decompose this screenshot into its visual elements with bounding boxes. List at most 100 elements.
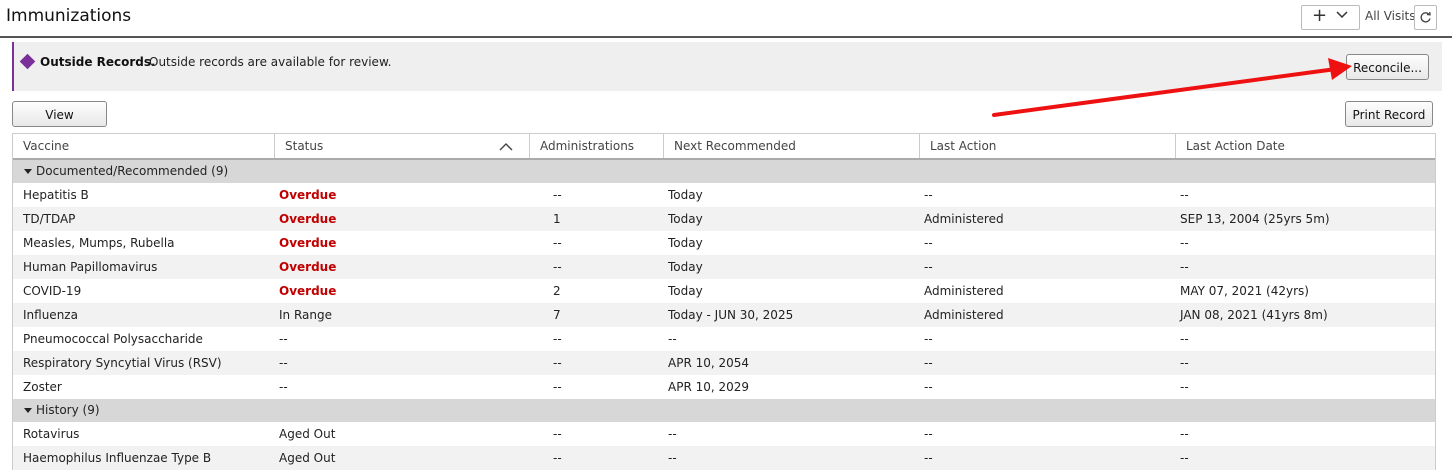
cell-last-action: -- bbox=[924, 380, 933, 394]
cell-status: -- bbox=[279, 380, 288, 394]
cell-vaccine: Respiratory Syncytial Virus (RSV) bbox=[23, 356, 222, 370]
cell-last-date: -- bbox=[1180, 427, 1189, 441]
cell-last-action: -- bbox=[924, 260, 933, 274]
table-body: Documented/Recommended (9) Hepatitis B Ove… bbox=[13, 160, 1435, 470]
cell-last-date: JAN 08, 2021 (41yrs 8m) bbox=[1180, 308, 1328, 322]
table-row[interactable]: Rotavirus Aged Out -- -- -- -- bbox=[13, 422, 1435, 446]
caret-down-icon bbox=[24, 408, 32, 413]
cell-next: Today bbox=[668, 236, 703, 250]
cell-admin: 7 bbox=[553, 308, 561, 322]
banner-title: Outside Records. bbox=[40, 55, 156, 69]
cell-next: APR 10, 2029 bbox=[668, 380, 750, 394]
table-row[interactable]: Pneumococcal Polysaccharide -- -- -- -- -- bbox=[13, 327, 1435, 351]
refresh-button[interactable] bbox=[1414, 5, 1437, 30]
cell-status: Overdue bbox=[279, 236, 337, 250]
table-row[interactable]: COVID-19 Overdue 2 Today Administered MAY 07,… bbox=[13, 279, 1435, 303]
cell-status: In Range bbox=[279, 308, 332, 322]
column-header-next-recommended[interactable]: Next Recommended bbox=[664, 134, 920, 158]
cell-last-action: -- bbox=[924, 236, 933, 250]
sort-ascending-icon bbox=[499, 143, 513, 151]
caret-down-icon bbox=[24, 169, 32, 174]
cell-status: Overdue bbox=[279, 188, 337, 202]
cell-vaccine: Measles, Mumps, Rubella bbox=[23, 236, 175, 250]
table-header: Vaccine Status Administrations Next Reco… bbox=[13, 134, 1435, 160]
banner-text: Outside records are available for review… bbox=[149, 55, 392, 69]
plus-icon: + bbox=[1312, 5, 1328, 26]
cell-next: Today bbox=[668, 260, 703, 274]
cell-vaccine: Zoster bbox=[23, 380, 62, 394]
cell-last-date: -- bbox=[1180, 236, 1189, 250]
column-header-last-action-date[interactable]: Last Action Date bbox=[1176, 134, 1435, 158]
column-header-status[interactable]: Status bbox=[275, 134, 530, 158]
cell-status: Overdue bbox=[279, 260, 337, 274]
cell-vaccine: Pneumococcal Polysaccharide bbox=[23, 332, 203, 346]
cell-next: Today bbox=[668, 188, 703, 202]
cell-last-date: -- bbox=[1180, 356, 1189, 370]
cell-last-action: Administered bbox=[924, 284, 1004, 298]
cell-last-action: -- bbox=[924, 332, 933, 346]
cell-status: -- bbox=[279, 356, 288, 370]
cell-last-action: -- bbox=[924, 451, 933, 465]
cell-admin: -- bbox=[553, 188, 562, 202]
table-row[interactable]: Zoster -- -- APR 10, 2029 -- -- bbox=[13, 375, 1435, 399]
cell-last-action: Administered bbox=[924, 212, 1004, 226]
group-label: Documented/Recommended (9) bbox=[36, 164, 229, 178]
group-label: History (9) bbox=[36, 403, 100, 417]
cell-last-action: Administered bbox=[924, 308, 1004, 322]
table-row[interactable]: Measles, Mumps, Rubella Overdue -- Today -- -… bbox=[13, 231, 1435, 255]
column-header-vaccine[interactable]: Vaccine bbox=[13, 134, 275, 158]
cell-vaccine: Human Papillomavirus bbox=[23, 260, 158, 274]
cell-admin: -- bbox=[553, 427, 562, 441]
table-row[interactable]: Human Papillomavirus Overdue -- Today -- -- bbox=[13, 255, 1435, 279]
cell-last-action: -- bbox=[924, 356, 933, 370]
page-header: Immunizations + All Visits bbox=[0, 0, 1452, 38]
all-visits-label[interactable]: All Visits bbox=[1365, 9, 1416, 23]
cell-admin: -- bbox=[553, 332, 562, 346]
cell-next: Today bbox=[668, 212, 703, 226]
table-row[interactable]: TD/TDAP Overdue 1 Today Administered SEP 13, … bbox=[13, 207, 1435, 231]
column-header-administrations[interactable]: Administrations bbox=[530, 134, 664, 158]
cell-last-date: -- bbox=[1180, 332, 1189, 346]
table-row[interactable]: Hepatitis B Overdue -- Today -- -- bbox=[13, 183, 1435, 207]
cell-last-date: SEP 13, 2004 (25yrs 5m) bbox=[1180, 212, 1330, 226]
cell-status: Aged Out bbox=[279, 451, 336, 465]
cell-next: Today bbox=[668, 284, 703, 298]
cell-admin: -- bbox=[553, 260, 562, 274]
immunizations-table: Vaccine Status Administrations Next Reco… bbox=[12, 133, 1436, 470]
outside-records-banner: Outside Records. Outside records are ava… bbox=[12, 42, 1442, 91]
cell-next: APR 10, 2054 bbox=[668, 356, 750, 370]
cell-next: -- bbox=[668, 332, 677, 346]
refresh-icon bbox=[1420, 11, 1431, 23]
table-row[interactable]: Influenza In Range 7 Today - JUN 30, 2025 Ad… bbox=[13, 303, 1435, 327]
cell-next: Today - JUN 30, 2025 bbox=[668, 308, 794, 322]
add-menu-button[interactable]: + bbox=[1301, 5, 1360, 30]
cell-vaccine: TD/TDAP bbox=[23, 212, 76, 226]
table-row[interactable]: Respiratory Syncytial Virus (RSV) -- -- APR… bbox=[13, 351, 1435, 375]
cell-status: Aged Out bbox=[279, 427, 336, 441]
cell-admin: -- bbox=[553, 451, 562, 465]
table-row[interactable]: Haemophilus Influenzae Type B Aged Out -- -… bbox=[13, 446, 1435, 470]
column-header-status-label: Status bbox=[285, 139, 324, 153]
diamond-icon bbox=[19, 53, 36, 70]
cell-next: -- bbox=[668, 451, 677, 465]
cell-status: Overdue bbox=[279, 284, 337, 298]
print-record-button[interactable]: Print Record bbox=[1345, 101, 1433, 127]
cell-last-date: MAY 07, 2021 (42yrs) bbox=[1180, 284, 1309, 298]
view-forecast-button[interactable]: View Forecast bbox=[12, 101, 107, 146]
cell-last-date: -- bbox=[1180, 188, 1189, 202]
cell-admin: -- bbox=[553, 380, 562, 394]
cell-vaccine: Haemophilus Influenzae Type B bbox=[23, 451, 212, 465]
cell-vaccine: COVID-19 bbox=[23, 284, 82, 298]
cell-next: -- bbox=[668, 427, 677, 441]
cell-vaccine: Influenza bbox=[23, 308, 78, 322]
reconcile-button[interactable]: Reconcile... bbox=[1346, 54, 1429, 80]
group-header[interactable]: Documented/Recommended (9) bbox=[13, 160, 1435, 183]
column-header-last-action[interactable]: Last Action bbox=[920, 134, 1176, 158]
cell-status: Overdue bbox=[279, 212, 337, 226]
cell-last-action: -- bbox=[924, 188, 933, 202]
cell-last-date: -- bbox=[1180, 260, 1189, 274]
page-title: Immunizations bbox=[6, 6, 132, 26]
cell-last-date: -- bbox=[1180, 451, 1189, 465]
cell-admin: 1 bbox=[553, 212, 561, 226]
group-header[interactable]: History (9) bbox=[13, 399, 1435, 422]
